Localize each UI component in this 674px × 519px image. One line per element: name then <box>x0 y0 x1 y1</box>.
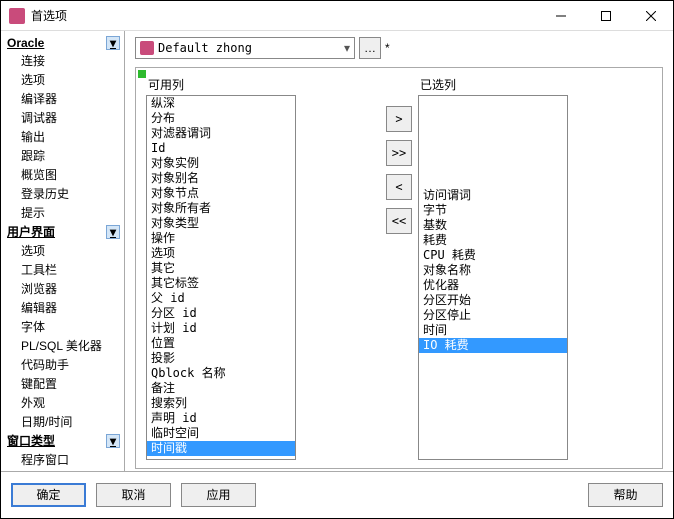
list-item[interactable]: 基数 <box>419 218 567 233</box>
sidebar-item[interactable]: 连接 <box>5 51 122 70</box>
remove-button[interactable]: < <box>386 174 412 200</box>
list-item[interactable]: 访问谓词 <box>419 188 567 203</box>
sidebar-item[interactable]: SQL 窗口 <box>5 469 122 471</box>
list-item[interactable]: Qblock 名称 <box>147 366 295 381</box>
sidebar-item[interactable]: 选项 <box>5 241 122 260</box>
list-item[interactable]: 字节 <box>419 203 567 218</box>
help-button[interactable]: 帮助 <box>588 483 663 507</box>
sidebar-item[interactable]: 选项 <box>5 70 122 89</box>
sidebar-item[interactable]: 概览图 <box>5 165 122 184</box>
list-item[interactable]: 分区停止 <box>419 308 567 323</box>
list-item[interactable]: 位置 <box>147 336 295 351</box>
ok-button[interactable]: 确定 <box>11 483 86 507</box>
sidebar-item[interactable]: 外观 <box>5 393 122 412</box>
browse-button[interactable]: … <box>359 37 381 59</box>
list-item[interactable]: IO 耗费 <box>419 338 567 353</box>
category-窗口类型[interactable]: 窗口类型▾ <box>5 431 122 450</box>
collapse-icon[interactable]: ▾ <box>106 36 120 50</box>
modified-indicator: * <box>385 41 390 55</box>
list-item[interactable]: 对象实例 <box>147 156 295 171</box>
profile-combo[interactable]: Default zhong ▾ <box>135 37 355 59</box>
list-item[interactable]: 备注 <box>147 381 295 396</box>
category-用户界面[interactable]: 用户界面▾ <box>5 222 122 241</box>
list-item[interactable]: 纵深 <box>147 96 295 111</box>
add-all-button[interactable]: >> <box>386 140 412 166</box>
sidebar-item[interactable]: 登录历史 <box>5 184 122 203</box>
list-item[interactable]: 时间 <box>419 323 567 338</box>
list-item[interactable]: 操作 <box>147 231 295 246</box>
add-button[interactable]: > <box>386 106 412 132</box>
minimize-button[interactable] <box>538 1 583 30</box>
profile-icon <box>140 41 154 55</box>
chevron-down-icon: ▾ <box>344 41 350 55</box>
list-item[interactable]: 分布 <box>147 111 295 126</box>
apply-button[interactable]: 应用 <box>181 483 256 507</box>
sidebar-item[interactable]: 代码助手 <box>5 355 122 374</box>
footer: 确定 取消 应用 帮助 <box>1 471 673 517</box>
list-item[interactable]: 其它标签 <box>147 276 295 291</box>
list-item[interactable]: 搜索列 <box>147 396 295 411</box>
list-item[interactable]: 分区开始 <box>419 293 567 308</box>
list-item[interactable]: 对象别名 <box>147 171 295 186</box>
collapse-icon[interactable]: ▾ <box>106 434 120 448</box>
sidebar-item[interactable]: 跟踪 <box>5 146 122 165</box>
selected-header: 已选列 <box>418 76 652 93</box>
list-item[interactable]: 计划 id <box>147 321 295 336</box>
titlebar: 首选项 <box>1 1 673 31</box>
columns-panel: 可用列 纵深分布对滤器谓词Id对象实例对象别名对象节点对象所有者对象类型操作选项… <box>135 67 663 469</box>
list-item[interactable]: 其它 <box>147 261 295 276</box>
list-item[interactable]: 投影 <box>147 351 295 366</box>
sidebar-item[interactable]: 编译器 <box>5 89 122 108</box>
close-button[interactable] <box>628 1 673 30</box>
available-list[interactable]: 纵深分布对滤器谓词Id对象实例对象别名对象节点对象所有者对象类型操作选项其它其它… <box>146 95 296 460</box>
sidebar-item[interactable]: 字体 <box>5 317 122 336</box>
sidebar-item[interactable]: 日期/时间 <box>5 412 122 431</box>
list-item[interactable]: 耗费 <box>419 233 567 248</box>
sidebar-item[interactable]: 程序窗口 <box>5 450 122 469</box>
list-item[interactable]: 对象类型 <box>147 216 295 231</box>
app-icon <box>9 8 25 24</box>
maximize-button[interactable] <box>583 1 628 30</box>
list-item[interactable]: 父 id <box>147 291 295 306</box>
list-item[interactable]: CPU 耗费 <box>419 248 567 263</box>
list-item[interactable]: 对象所有者 <box>147 201 295 216</box>
sidebar-item[interactable]: 提示 <box>5 203 122 222</box>
list-item[interactable]: 对象名称 <box>419 263 567 278</box>
list-item[interactable]: 时间戳 <box>147 441 295 456</box>
sidebar-item[interactable]: 调试器 <box>5 108 122 127</box>
sidebar-item[interactable]: 浏览器 <box>5 279 122 298</box>
list-item[interactable]: 对滤器谓词 <box>147 126 295 141</box>
status-marker <box>138 70 146 78</box>
cancel-button[interactable]: 取消 <box>96 483 171 507</box>
list-item[interactable]: 优化器 <box>419 278 567 293</box>
selected-list[interactable]: 访问谓词字节基数耗费CPU 耗费对象名称优化器分区开始分区停止时间IO 耗费 <box>418 95 568 460</box>
sidebar-item[interactable]: 编辑器 <box>5 298 122 317</box>
list-item[interactable]: Id <box>147 141 295 156</box>
list-item[interactable]: 声明 id <box>147 411 295 426</box>
available-header: 可用列 <box>146 76 380 93</box>
category-sidebar: Oracle▾连接选项编译器调试器输出跟踪概览图登录历史提示用户界面▾选项工具栏… <box>1 31 125 471</box>
window-title: 首选项 <box>31 7 538 24</box>
list-item[interactable]: 临时空间 <box>147 426 295 441</box>
sidebar-item[interactable]: 输出 <box>5 127 122 146</box>
collapse-icon[interactable]: ▾ <box>106 225 120 239</box>
list-item[interactable]: 分区 id <box>147 306 295 321</box>
remove-all-button[interactable]: << <box>386 208 412 234</box>
list-item[interactable]: 对象节点 <box>147 186 295 201</box>
sidebar-item[interactable]: 工具栏 <box>5 260 122 279</box>
sidebar-item[interactable]: PL/SQL 美化器 <box>5 336 122 355</box>
category-Oracle[interactable]: Oracle▾ <box>5 35 122 51</box>
list-item[interactable]: 选项 <box>147 246 295 261</box>
main-panel: Default zhong ▾ … * 可用列 纵深分布对滤器谓词Id对象实例对… <box>125 31 673 471</box>
sidebar-item[interactable]: 键配置 <box>5 374 122 393</box>
